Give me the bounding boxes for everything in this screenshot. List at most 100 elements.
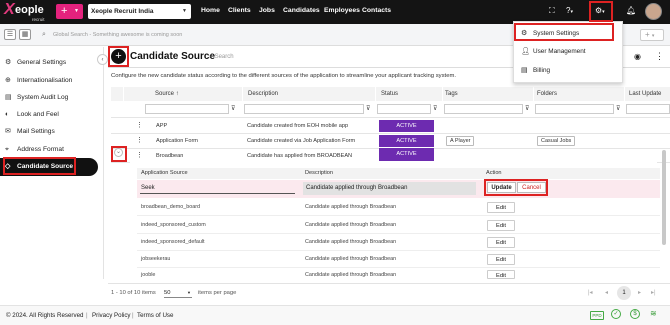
- edit-button[interactable]: Edit: [487, 237, 515, 248]
- grid-header-description[interactable]: Description: [243, 87, 375, 101]
- tags-filter-input[interactable]: [444, 104, 523, 114]
- first-page-icon[interactable]: |◂: [588, 289, 593, 296]
- logo-mark: X: [4, 1, 15, 18]
- description-filter-input[interactable]: [244, 104, 364, 114]
- detail-header-bg: [137, 168, 660, 179]
- highlight-settings-icon: [589, 1, 613, 22]
- row-menu-icon[interactable]: ⋮: [136, 151, 143, 159]
- filter-icon[interactable]: ⊽: [433, 105, 437, 112]
- nav-employees[interactable]: Employees: [324, 7, 360, 14]
- update-button[interactable]: Update: [487, 182, 516, 193]
- bell-icon[interactable]: 🔔︎: [626, 6, 636, 15]
- row-source[interactable]: Broadbean: [156, 153, 183, 159]
- eye-icon[interactable]: ◉: [634, 52, 641, 61]
- current-page[interactable]: 1: [617, 286, 631, 300]
- filter-icon[interactable]: ⊽: [525, 105, 529, 112]
- logo-text: eople: [15, 4, 44, 16]
- filter-icon[interactable]: ⊽: [231, 105, 235, 112]
- menu-item-user-management[interactable]: 👤︎ User Management: [514, 43, 624, 60]
- next-page-icon[interactable]: ▸: [638, 289, 641, 296]
- more-options-icon[interactable]: ⋮: [655, 51, 664, 62]
- prev-page-icon[interactable]: ◂: [605, 289, 608, 296]
- logo[interactable]: X eople recruit: [4, 1, 50, 22]
- filter-icon[interactable]: ⊽: [366, 105, 370, 112]
- nav-home[interactable]: Home: [201, 7, 220, 14]
- mail-icon: ✉: [5, 128, 11, 135]
- grid-header-status[interactable]: Status: [376, 87, 442, 101]
- tag-chip: A Player: [446, 136, 475, 146]
- sidebar-item-general-settings[interactable]: ⚙ General Settings: [0, 54, 104, 72]
- help-icon[interactable]: ?▾: [566, 6, 573, 15]
- row-menu-icon[interactable]: ⋮: [136, 136, 143, 144]
- row-menu-icon[interactable]: ⋮: [136, 121, 143, 129]
- per-page-label: items per page: [198, 290, 237, 296]
- sort-up-icon: ↑: [175, 91, 179, 97]
- nav-jobs[interactable]: Jobs: [259, 7, 275, 14]
- chevron-down-icon: ▼: [187, 290, 191, 295]
- edit-button[interactable]: Edit: [487, 220, 515, 231]
- detail-source: broadbean_demo_board: [141, 204, 201, 210]
- footer: © 2024. All Rights Reserved | Privacy Po…: [0, 305, 670, 325]
- detail-description: Candidate applied through Broadbean: [305, 204, 397, 210]
- detail-source: jooble: [141, 272, 156, 278]
- copyright: © 2024. All Rights Reserved: [6, 312, 84, 319]
- shield-icon: ✓: [611, 309, 621, 319]
- row-description: Candidate created via Job Application Fo…: [247, 138, 356, 144]
- page-size-select[interactable]: 50 ▼: [164, 288, 192, 298]
- folders-filter-input[interactable]: [535, 104, 614, 114]
- status-filter-input[interactable]: [377, 104, 431, 114]
- grid-header-folders[interactable]: Folders: [534, 87, 624, 101]
- sidebar-item-system-audit-log[interactable]: ▤ System Audit Log: [0, 89, 104, 107]
- collapse-sidebar-icon[interactable]: ‹: [97, 54, 108, 65]
- description-edit-input[interactable]: Candidate applied through Broadbean: [303, 182, 476, 195]
- vertical-scrollbar[interactable]: [662, 150, 666, 245]
- edit-button[interactable]: Edit: [487, 202, 515, 213]
- grid-header-source[interactable]: Source ↑: [144, 87, 242, 101]
- privacy-link[interactable]: Privacy Policy: [92, 312, 131, 319]
- expand-icon[interactable]: ⛶: [549, 6, 555, 16]
- terms-link[interactable]: Terms of Use: [137, 312, 173, 319]
- detail-divider: [137, 233, 660, 234]
- pager-summary: 1 - 10 of 10 items: [111, 290, 156, 296]
- status-badge: ACTIVE: [379, 120, 434, 132]
- row-divider: [111, 133, 670, 134]
- detail-description: Candidate applied through Broadbean: [305, 256, 397, 262]
- sidebar-item-internationalisation[interactable]: ⊕ Internationalisation: [0, 72, 104, 90]
- organisation-select[interactable]: Xeople Recruit India ▼: [88, 4, 191, 19]
- detail-header-source: Application Source: [141, 170, 188, 176]
- nav-contacts[interactable]: Contacts: [362, 7, 391, 14]
- sidebar-item-mail-settings[interactable]: ✉ Mail Settings: [0, 123, 104, 141]
- grid-header-tags[interactable]: Tags: [443, 87, 533, 101]
- status-badge: ACTIVE: [379, 148, 434, 161]
- source-filter-input[interactable]: [145, 104, 229, 114]
- last-page-icon[interactable]: ▸|: [651, 289, 656, 296]
- page-search-input[interactable]: ⌕ Search: [209, 53, 409, 61]
- row-source[interactable]: Application Form: [156, 138, 198, 144]
- users-icon: 👤︎: [521, 48, 530, 55]
- detail-divider: [137, 267, 660, 268]
- cancel-button[interactable]: Cancel: [517, 182, 546, 193]
- row-divider: [111, 117, 670, 118]
- edit-button[interactable]: Edit: [487, 254, 515, 265]
- last-update-filter-input[interactable]: [626, 104, 670, 114]
- gear-icon: ⚙: [5, 59, 12, 66]
- grid-header-last-update[interactable]: Last Update: [625, 87, 670, 101]
- filter-icon[interactable]: ⊽: [616, 105, 620, 112]
- sidebar-item-look-and-feel[interactable]: ◐ Look and Feel: [0, 106, 104, 124]
- detail-source: indeed_sponsored_custom: [141, 222, 206, 228]
- pager: 1 - 10 of 10 items 50 ▼ items per page |◂…: [108, 283, 670, 303]
- grid-view-icon[interactable]: ▦: [19, 29, 31, 40]
- nav-candidates[interactable]: Candidates: [283, 7, 320, 14]
- avatar[interactable]: [645, 3, 662, 20]
- edit-button[interactable]: Edit: [487, 270, 515, 279]
- global-search-input[interactable]: ⌕ Global Search - Something awesome is co…: [40, 29, 235, 41]
- quick-add-button[interactable]: + ▼: [56, 4, 83, 19]
- nav-clients[interactable]: Clients: [228, 7, 251, 14]
- toolbar-add-button[interactable]: + ▾: [640, 29, 664, 41]
- menu-item-billing[interactable]: ▤ Billing: [514, 62, 624, 79]
- list-view-icon[interactable]: ☰: [4, 29, 16, 40]
- grid-header-expand: [111, 87, 123, 101]
- billing-icon: ▤: [521, 67, 528, 74]
- row-source[interactable]: APP: [156, 123, 167, 129]
- source-edit-input[interactable]: Seek: [140, 182, 295, 194]
